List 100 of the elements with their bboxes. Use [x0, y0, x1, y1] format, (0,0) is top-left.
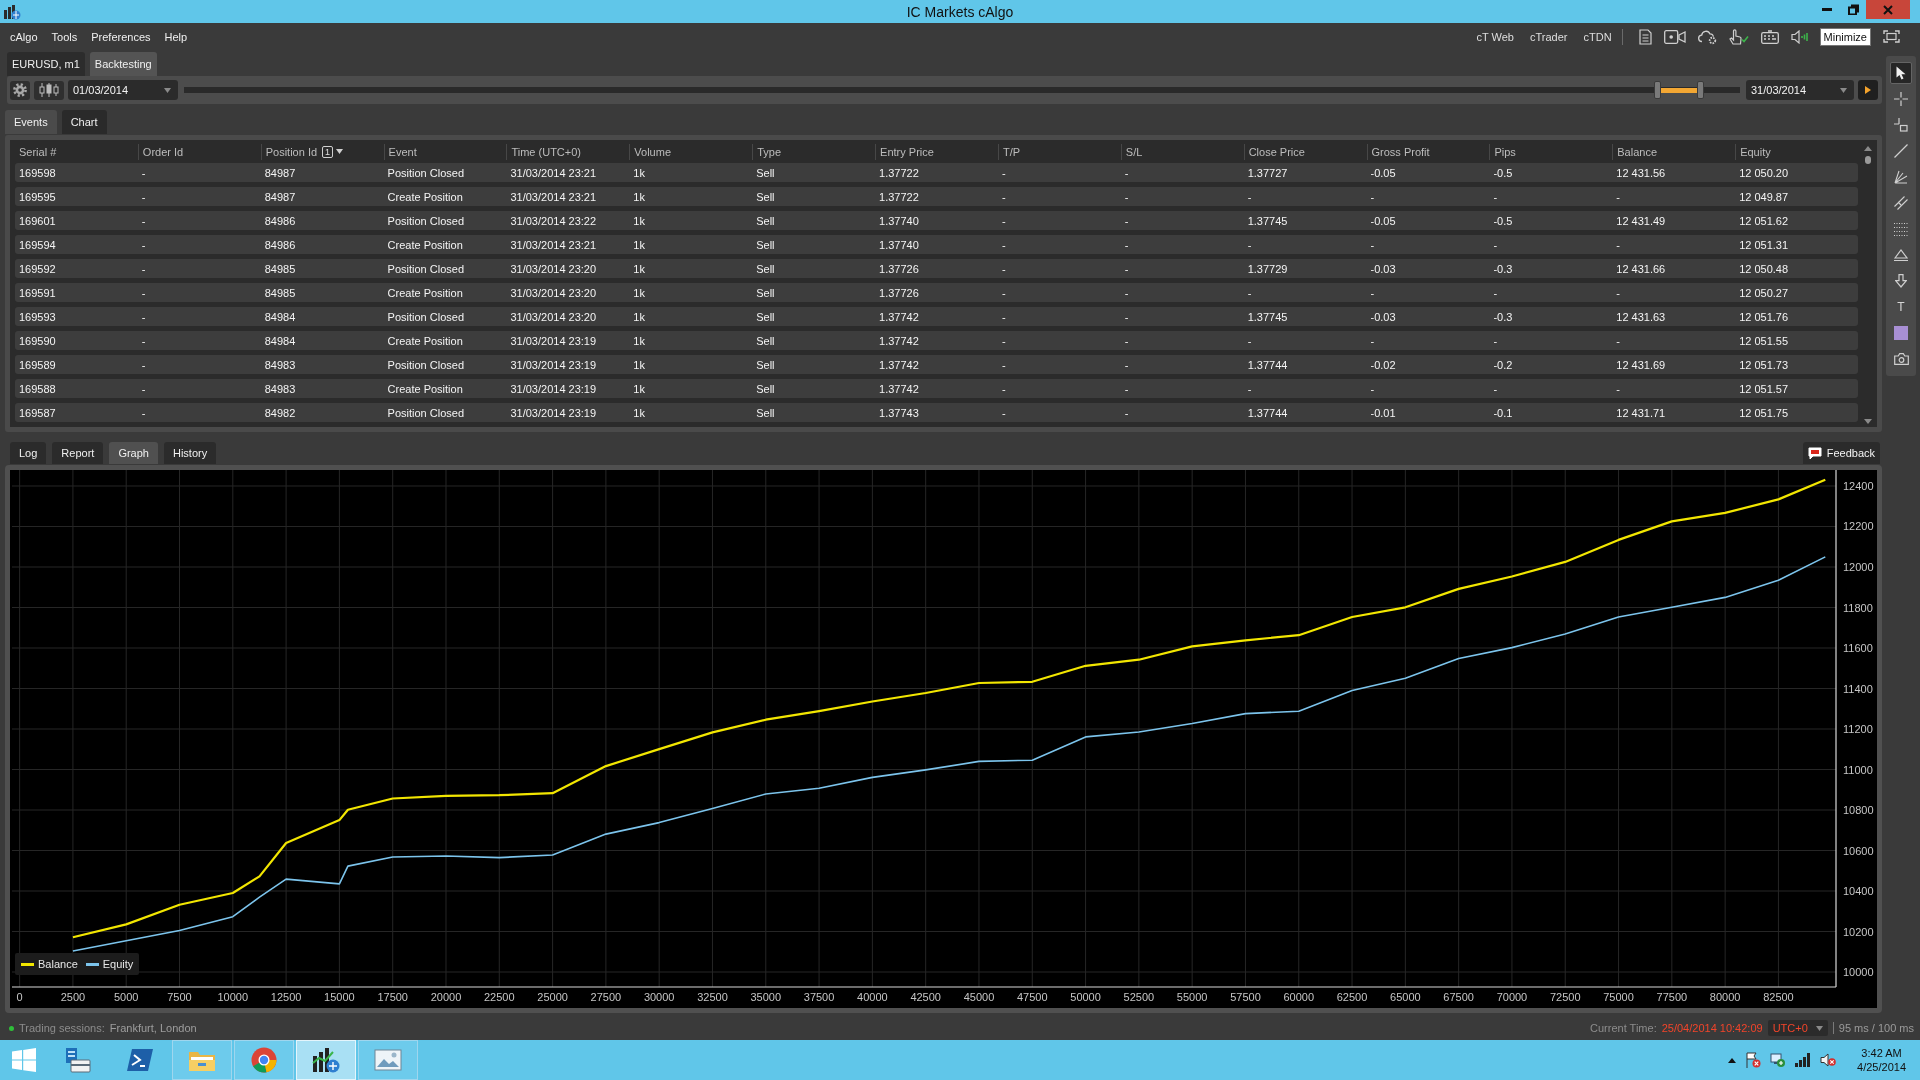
result-tab[interactable]: Graph	[109, 442, 158, 464]
notes-icon[interactable]	[1638, 28, 1652, 45]
table-cell-text: -	[1123, 334, 1130, 347]
column-header[interactable]: Serial #	[15, 143, 138, 160]
table-row[interactable]: 169593 - 84984 Position Closed 31/03/2014 23:20 1k Sell 1.37742 - - 1.37745 -0.03 -0.3 12 431.63 12 051.76	[15, 307, 1858, 326]
end-date-dropdown[interactable]: 31/03/2014	[1746, 80, 1854, 100]
video-camera-icon[interactable]	[1663, 29, 1686, 44]
column-header[interactable]: Equity	[1735, 143, 1858, 160]
column-header[interactable]: S/L	[1120, 143, 1244, 160]
hand-check-icon[interactable]	[1728, 28, 1749, 45]
table-cell-text: Create Position	[386, 190, 464, 203]
table-row[interactable]: 169591 - 84985 Create Position 31/03/2014 23:20 1k Sell 1.37726 - - - - - - 12 050.27	[15, 283, 1858, 302]
table-cell-text: -	[1000, 214, 1007, 227]
result-tab[interactable]: Report	[52, 442, 104, 464]
document-tab[interactable]: EURUSD, m1	[7, 52, 85, 76]
column-header[interactable]: Volume	[629, 143, 753, 160]
platform-link[interactable]: cT Web	[1468, 27, 1522, 46]
table-row[interactable]: 169588 - 84983 Create Position 31/03/2014 23:19 1k Sell 1.37742 - - - - - - 12 051.57	[15, 379, 1858, 398]
column-header[interactable]: Event	[383, 143, 507, 160]
y-axis-label: 10400	[1843, 885, 1874, 897]
slider-handle[interactable]	[1653, 81, 1661, 99]
column-header[interactable]: Pips	[1489, 143, 1613, 160]
menu-item[interactable]: Preferences	[84, 27, 158, 46]
start-date-dropdown[interactable]: 01/03/2014	[68, 80, 178, 100]
scroll-down-icon[interactable]	[1863, 419, 1872, 424]
play-button[interactable]	[1858, 80, 1878, 100]
table-row[interactable]: 169590 - 84984 Create Position 31/03/2014 23:19 1k Sell 1.37742 - - - - - - 12 051.55	[15, 331, 1858, 350]
speaker-muted-icon[interactable]	[1820, 1053, 1837, 1067]
x-axis-label: 70000	[1496, 991, 1528, 1003]
menu-item[interactable]: Help	[157, 27, 195, 46]
table-row[interactable]: 169589 - 84983 Position Closed 31/03/2014 23:19 1k Sell 1.37742 - - 1.37744 -0.02 -0.2 12 431.69 12 051.73	[15, 355, 1858, 374]
drawing-tool-button[interactable]	[1890, 62, 1912, 84]
x-axis-label: 35000	[750, 991, 782, 1003]
cloud-gear-icon[interactable]	[1697, 28, 1717, 45]
column-header[interactable]: Entry Price	[875, 143, 998, 160]
slider-handle[interactable]	[1697, 81, 1705, 99]
table-row[interactable]: 169594 - 84986 Create Position 31/03/2014 23:21 1k Sell 1.37740 - - - - - - 12 051.31	[15, 235, 1858, 254]
settings-icon	[13, 83, 27, 97]
column-header[interactable]: Position Id 1	[260, 143, 384, 160]
column-header[interactable]: Type	[752, 143, 876, 160]
feedback-button[interactable]: Feedback	[1802, 442, 1880, 464]
close-icon	[1883, 4, 1893, 15]
table-cell-text: 12 431.56	[1615, 166, 1667, 179]
settings-button[interactable]	[10, 80, 30, 100]
column-header[interactable]: T/P	[997, 143, 1121, 160]
keyboard-icon[interactable]	[1760, 29, 1779, 44]
column-header[interactable]: Order Id	[137, 143, 261, 160]
close-button[interactable]	[1866, 0, 1910, 19]
speaker-icon[interactable]	[1790, 29, 1810, 44]
network-icon[interactable]	[1770, 1052, 1787, 1068]
panel-tab[interactable]: Events	[5, 110, 57, 134]
chart-type-button[interactable]	[34, 80, 64, 100]
table-cell-text: 1k	[632, 166, 646, 179]
drawing-tool-button[interactable]: T	[1890, 296, 1912, 318]
column-header[interactable]: Gross Profit	[1366, 143, 1490, 160]
table-cell-text: 169592	[18, 262, 57, 275]
table-row[interactable]: 169598 - 84987 Position Closed 31/03/2014 23:21 1k Sell 1.37722 - - 1.37727 -0.05 -0.5 12 431.56 12 050.20	[15, 163, 1858, 182]
table-cell-text: 84986	[263, 214, 297, 227]
table-cell-text: -0.1	[1492, 406, 1514, 419]
table-cell-text: 12 431.66	[1615, 262, 1667, 275]
table-row[interactable]: 169587 - 84982 Position Closed 31/03/2014 23:19 1k Sell 1.37743 - - 1.37744 -0.01 -0.1 12 431.71 12 051.75	[15, 403, 1858, 422]
table-cell-text: -	[1492, 382, 1499, 395]
table-cell-text: Position Closed	[386, 262, 466, 275]
table-cell-text: 1.37742	[878, 382, 920, 395]
panel-tab[interactable]: Chart	[61, 110, 107, 134]
dotted-grid-icon	[1894, 222, 1908, 236]
menu-item[interactable]: cAlgo	[3, 27, 45, 46]
timezone-dropdown[interactable]: UTC+0	[1767, 1020, 1828, 1036]
menu-item[interactable]: Tools	[44, 27, 85, 46]
result-tab[interactable]: Log	[10, 442, 47, 464]
y-axis-label: 10600	[1843, 844, 1874, 857]
column-header[interactable]: Balance	[1612, 143, 1736, 160]
document-tab[interactable]: Backtesting	[89, 52, 157, 76]
window-title: IC Markets cAlgo	[906, 3, 1014, 20]
platform-link[interactable]: cTDN	[1575, 27, 1620, 46]
table-cell-text: -	[1123, 238, 1130, 251]
scrollbar-thumb[interactable]	[1864, 156, 1871, 164]
result-tab[interactable]: History	[163, 442, 217, 464]
table-cell-text: 84987	[263, 166, 297, 179]
table-cell-text: Create Position	[386, 382, 464, 395]
table-cell-text: 84986	[263, 238, 297, 251]
column-header[interactable]: Close Price	[1243, 143, 1367, 160]
signal-icon[interactable]	[1795, 1053, 1812, 1067]
table-cell-text: 12 051.57	[1738, 382, 1790, 395]
scroll-up-icon[interactable]	[1863, 146, 1872, 151]
table-cell-text: 12 049.87	[1738, 190, 1790, 203]
table-row[interactable]: 169592 - 84985 Position Closed 31/03/2014 23:20 1k Sell 1.37726 - - 1.37729 -0.03 -0.3 12 431.66 12 050.48	[15, 259, 1858, 278]
x-axis-label: 12500	[270, 991, 302, 1003]
flag-icon[interactable]	[1745, 1052, 1762, 1068]
fullscreen-icon[interactable]	[1883, 30, 1900, 43]
table-cell-text: -0.3	[1492, 262, 1514, 275]
tray-arrow-icon[interactable]	[1728, 1057, 1737, 1063]
table-cell-text: 1.37722	[878, 190, 920, 203]
y-axis-label: 10000	[1843, 966, 1874, 978]
table-row[interactable]: 169595 - 84987 Create Position 31/03/2014 23:21 1k Sell 1.37722 - - - - - - 12 049.87	[15, 187, 1858, 206]
table-row[interactable]: 169601 - 84986 Position Closed 31/03/2014 23:22 1k Sell 1.37740 - - 1.37745 -0.05 -0.5 12 431.49 12 051.62	[15, 211, 1858, 230]
table-cell-text: -	[1123, 214, 1130, 227]
column-header[interactable]: Time (UTC+0)	[506, 143, 630, 160]
table-cell-text: 169587	[18, 406, 57, 419]
platform-link[interactable]: cTrader	[1522, 27, 1576, 46]
